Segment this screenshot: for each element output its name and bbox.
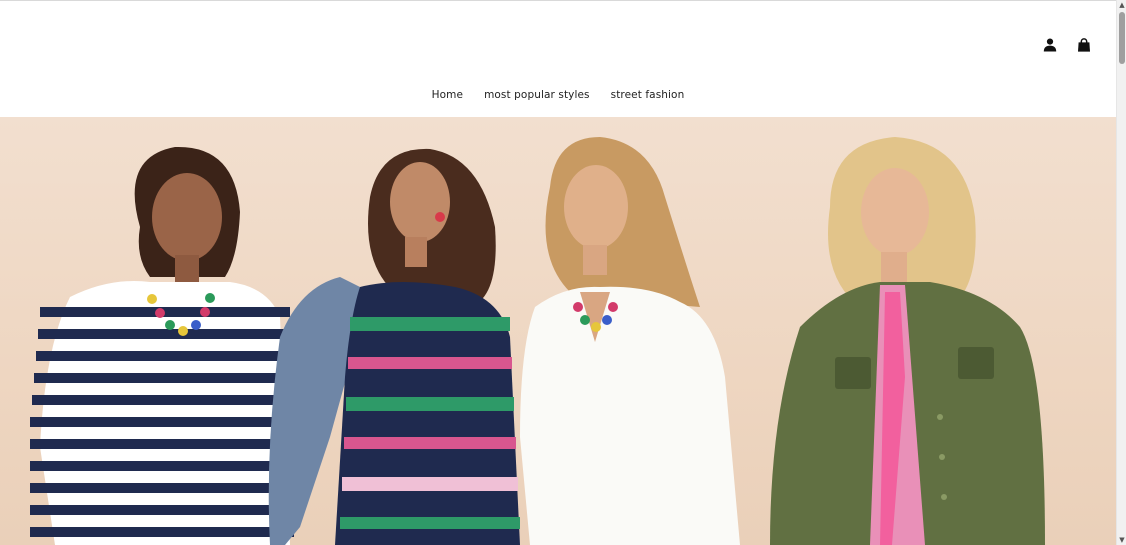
scroll-up-arrow-icon[interactable]: ▲: [1118, 1, 1126, 9]
scroll-down-arrow-icon[interactable]: ▼: [1118, 536, 1126, 544]
page-scrollbar[interactable]: ▲ ▼: [1116, 0, 1126, 545]
shopping-bag-icon[interactable]: [1076, 37, 1092, 53]
nav-link-street-fashion[interactable]: street fashion: [611, 89, 685, 101]
nav-link-home[interactable]: Home: [432, 89, 463, 101]
header-icons: [1042, 37, 1092, 53]
user-icon[interactable]: [1042, 37, 1058, 53]
main-nav: Home most popular styles street fashion: [0, 89, 1116, 101]
model-figure-green-jacket: [770, 137, 1045, 545]
site-header: Home most popular styles street fashion: [0, 1, 1116, 117]
nav-link-most-popular-styles[interactable]: most popular styles: [484, 89, 590, 101]
model-figure-striped-top: [30, 146, 294, 545]
scrollbar-thumb[interactable]: [1119, 12, 1125, 64]
hero-banner-image: [0, 117, 1116, 545]
model-figure-printed-dress: [268, 148, 520, 545]
model-figure-white-tunic: [520, 137, 740, 545]
hero-illustration: [30, 137, 1045, 545]
